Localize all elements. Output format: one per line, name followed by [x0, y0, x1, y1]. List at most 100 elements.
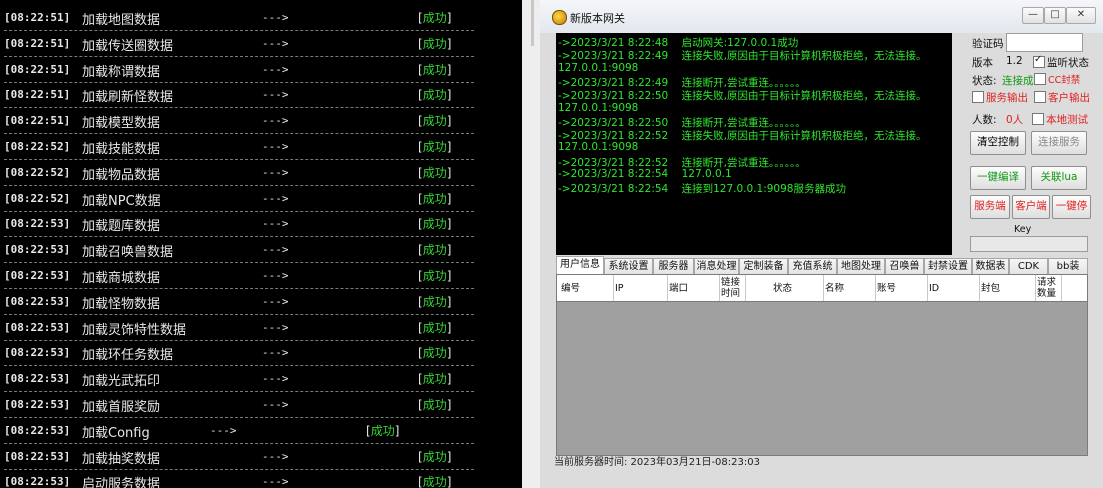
console-timestamp: [08:22:53]	[4, 217, 71, 231]
console-arrow: --->	[262, 140, 289, 153]
console-status: [成功]	[418, 372, 452, 387]
window-gap	[522, 0, 540, 488]
minimize-button[interactable]: —	[1022, 7, 1044, 24]
close-button[interactable]: ✕	[1066, 7, 1096, 24]
server-output-checkbox[interactable]	[972, 91, 984, 103]
console-message: 加载首服奖励	[82, 400, 161, 415]
console-timestamp: [08:22:53]	[4, 475, 71, 488]
local-test-checkbox[interactable]	[1032, 113, 1044, 125]
scroll-thumb[interactable]	[531, 0, 534, 46]
tab-9[interactable]: 数据表	[972, 258, 1009, 274]
console-timestamp: [08:22:51]	[4, 88, 71, 102]
console-status: [成功]	[418, 475, 452, 488]
console-arrow: --->	[262, 88, 289, 102]
console-status: [成功]	[418, 165, 452, 180]
console-arrow: --->	[262, 11, 289, 24]
key-input[interactable]	[970, 236, 1088, 252]
verify-input[interactable]	[1006, 33, 1083, 52]
console-status: [成功]	[418, 243, 452, 258]
title-bar[interactable]: 新版本网关 — □ ✕	[540, 0, 1103, 33]
console-arrow: --->	[262, 269, 289, 282]
log-line-continuation: 127.0.0.1:9098	[558, 141, 639, 154]
console-timestamp: [08:22:53]	[4, 372, 71, 386]
tab-7[interactable]: 召唤兽	[885, 258, 924, 274]
console-status: [成功]	[418, 398, 452, 412]
tab-5[interactable]: 充值系统	[788, 258, 837, 274]
column-header[interactable]: 账号	[877, 275, 928, 301]
console-row: [08:22:53] 启动服务数据 ---> [成功]	[0, 469, 522, 488]
column-header[interactable]: 状态	[773, 275, 824, 301]
console-timestamp: [08:22:51]	[4, 114, 71, 128]
console-arrow: --->	[262, 217, 289, 231]
tab-2[interactable]: 服务器	[653, 258, 694, 274]
console-status: [成功]	[418, 36, 452, 51]
console-message: 加载传送圈数据	[82, 38, 174, 54]
console-message: 加载刷新怪数据	[82, 90, 174, 106]
console-message: 加载光武拓印	[82, 374, 161, 390]
tab-3[interactable]: 消息处理	[694, 258, 739, 274]
tab-0[interactable]: 用户信息	[556, 256, 604, 275]
client-output-checkbox[interactable]	[1034, 91, 1046, 103]
tab-1[interactable]: 系统设置	[604, 258, 653, 274]
monitor-checkbox[interactable]	[1033, 54, 1045, 68]
console-message: 加载灵饰特性数据	[82, 322, 187, 338]
console-row: [08:22:53] 加载怪物数据 ---> [成功]	[0, 289, 522, 315]
console-timestamp: [08:22:53]	[4, 294, 71, 308]
console-arrow: --->	[262, 320, 289, 334]
console-arrow: --->	[262, 191, 289, 205]
table-header: 编号 IP 端口 链接时间 状态 名称 账号 ID 封包 请求数量	[557, 275, 1087, 302]
console-arrow: --->	[262, 449, 289, 463]
console-arrow: --->	[262, 294, 289, 308]
maximize-button[interactable]: □	[1044, 7, 1066, 24]
tab-6[interactable]: 地图处理	[837, 258, 885, 274]
console-status: [成功]	[366, 423, 400, 438]
column-header[interactable]: ID	[929, 275, 980, 301]
tab-11[interactable]: bb装	[1048, 258, 1088, 274]
user-table[interactable]: 编号 IP 端口 链接时间 状态 名称 账号 ID 封包 请求数量	[556, 274, 1088, 456]
column-header[interactable]: 编号	[561, 275, 614, 301]
console-message: 加载模型数据	[82, 116, 161, 132]
cc-checkbox[interactable]	[1034, 73, 1046, 85]
console-message: 加载商城数据	[82, 271, 161, 286]
console-row: [08:22:53] 加载灵饰特性数据 ---> [成功]	[0, 315, 522, 341]
column-header[interactable]: 封包	[981, 275, 1036, 301]
clear-console-button[interactable]: 清空控制	[970, 131, 1026, 155]
tab-8[interactable]: 封禁设置	[924, 258, 972, 274]
console-message: 加载环任务数据	[82, 348, 174, 364]
console-message: 启动服务数据	[82, 477, 161, 488]
console-arrow: --->	[262, 398, 289, 411]
console-status: [成功]	[418, 346, 452, 361]
console-row: [08:22:53] 加载召唤兽数据 ---> [成功]	[0, 237, 522, 264]
column-header[interactable]: 端口	[669, 275, 720, 301]
key-label: Key	[1014, 224, 1032, 235]
column-header[interactable]: 链接时间	[721, 275, 746, 301]
status-label: 状态:	[972, 75, 997, 87]
console-timestamp: [08:22:51]	[4, 36, 71, 50]
connect-service-button[interactable]: 连接服务	[1031, 131, 1087, 155]
console-status: [成功]	[418, 11, 452, 25]
client-button[interactable]: 客户端	[1012, 195, 1050, 219]
console-message: 加载召唤兽数据	[82, 245, 174, 261]
console-arrow: --->	[262, 372, 289, 386]
version-value: 1.2	[1006, 55, 1023, 67]
link-lua-button[interactable]: 关联lua	[1031, 166, 1087, 190]
compile-button[interactable]: 一键编译	[970, 166, 1026, 190]
console-row: [08:22:51] 加载传送圈数据 ---> [成功]	[0, 31, 522, 57]
console-row: [08:22:51] 加载刷新怪数据 ---> [成功]	[0, 82, 522, 109]
log-line-continuation: 127.0.0.1:9098	[558, 101, 639, 114]
column-header[interactable]: 名称	[825, 275, 876, 301]
gateway-window: 新版本网关 — □ ✕ ->2023/3/21 8:22:48 启动网关:127…	[540, 0, 1103, 488]
verify-label: 验证码	[972, 38, 1004, 50]
console-timestamp: [08:22:53]	[4, 320, 71, 334]
tab-10[interactable]: CDK	[1009, 258, 1048, 274]
app-icon	[552, 10, 567, 25]
tab-4[interactable]: 定制装备	[739, 258, 788, 274]
console-row: [08:22:53] 加载光武拓印 ---> [成功]	[0, 366, 522, 393]
client-output-label: 客户输出	[1048, 92, 1090, 104]
column-header[interactable]: 请求数量	[1037, 275, 1062, 301]
column-header[interactable]: IP	[615, 275, 668, 301]
stop-all-button[interactable]: 一键停	[1052, 195, 1091, 219]
people-label: 人数:	[972, 114, 997, 126]
server-button[interactable]: 服务端	[970, 195, 1010, 219]
monitor-label: 监听状态	[1047, 57, 1089, 69]
